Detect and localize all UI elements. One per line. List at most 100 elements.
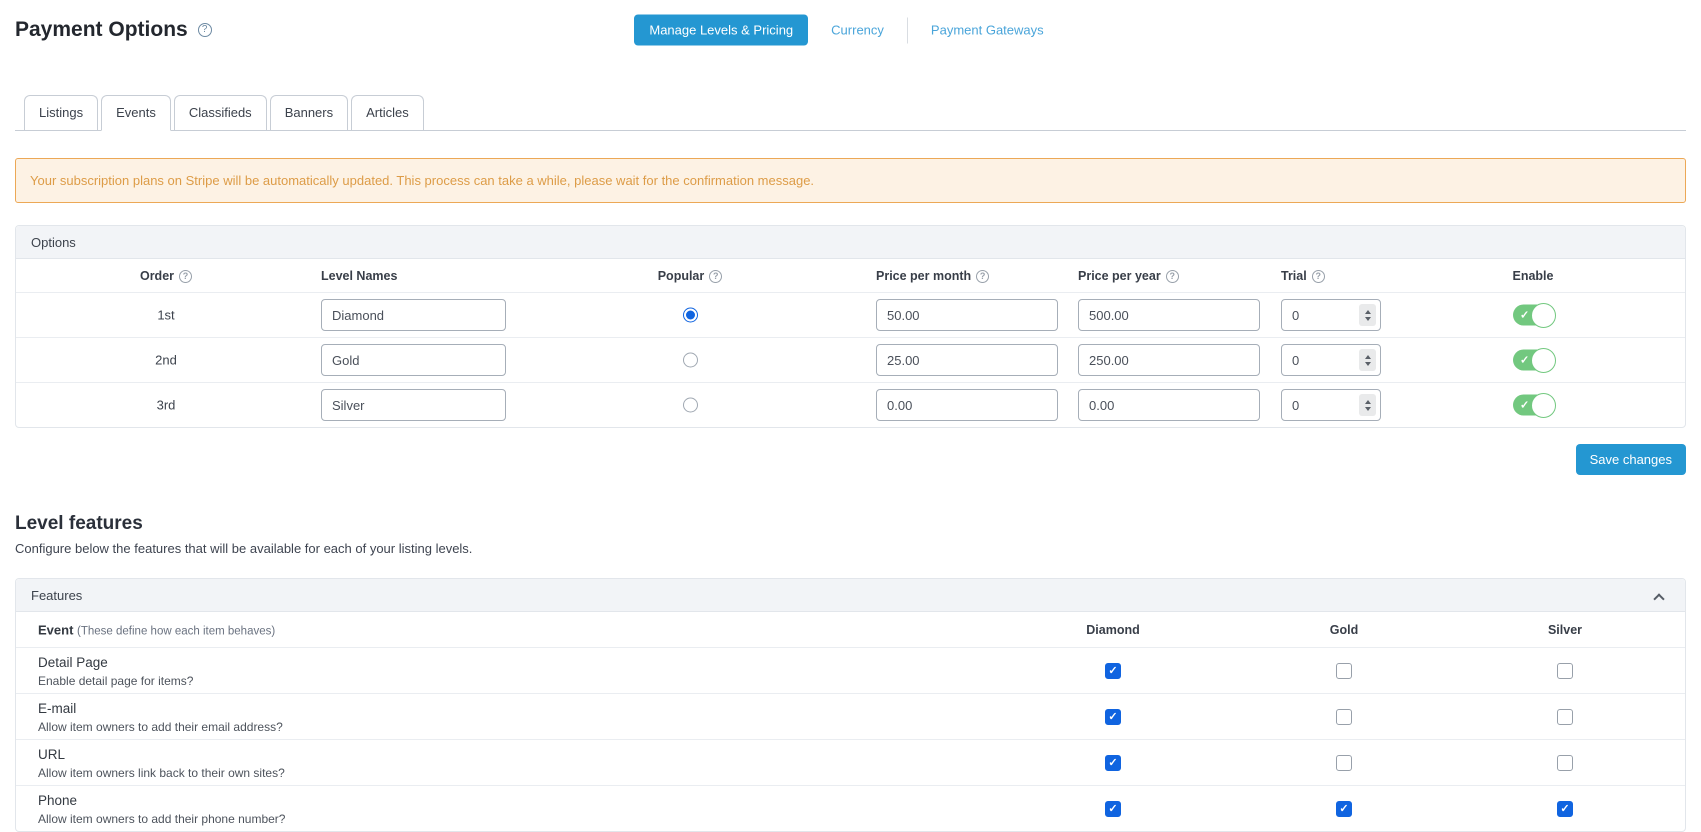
options-table-header: Order? Level Names Popular? Price per mo… [16,259,1685,292]
column-price-month: Price per month? [876,269,990,283]
toggle-knob [1531,302,1556,328]
level-features-subtitle: Configure below the features that will b… [15,541,473,556]
tab-classifieds[interactable]: Classifieds [173,95,267,130]
level-name-input[interactable] [321,389,506,421]
enable-toggle[interactable]: ✓ [1513,392,1556,418]
arrow-up-icon[interactable] [1364,309,1371,314]
gold-checkbox[interactable] [1336,662,1352,679]
arrow-up-icon[interactable] [1364,354,1371,359]
tab-listings[interactable]: Listings [24,95,99,130]
arrow-down-icon[interactable] [1364,406,1371,411]
column-trial: Trial? [1281,269,1325,283]
event-column-header: Event (These define how each item behave… [38,622,276,637]
popular-radio[interactable] [683,352,698,368]
feature-description: Allow item owners link back to their own… [38,766,285,780]
features-panel: Features Event (These define how each it… [15,578,1686,832]
help-icon[interactable]: ? [709,269,723,283]
features-panel-title: Features [31,587,83,603]
column-price-year: Price per year? [1078,269,1179,283]
diamond-checkbox[interactable] [1105,800,1121,817]
features-table-header: Event (These define how each item behave… [16,612,1685,647]
level-features-heading: Level features Configure below the featu… [15,513,1686,556]
feature-description: Enable detail page for items? [38,674,194,688]
tab-articles[interactable]: Articles [351,95,424,130]
tab-bar: Listings Events Classifieds Banners Arti… [15,95,1686,131]
column-silver: Silver [1547,622,1583,637]
price-year-input[interactable] [1078,344,1260,376]
arrow-up-icon[interactable] [1364,399,1371,404]
silver-checkbox[interactable] [1557,754,1573,771]
silver-checkbox[interactable] [1557,708,1573,725]
diamond-checkbox[interactable] [1105,754,1121,771]
payment-gateways-link[interactable]: Payment Gateways [908,23,1067,38]
help-icon[interactable]: ? [1311,269,1325,283]
level-row-3: 3rd ✓ [16,382,1685,427]
page-header: Payment Options ? Manage Levels & Pricin… [0,0,1701,60]
popular-radio[interactable] [683,307,698,323]
column-level-names: Level Names [321,268,398,283]
gold-checkbox[interactable] [1336,708,1352,725]
toggle-knob [1531,392,1556,418]
price-month-input[interactable] [876,344,1058,376]
chevron-up-icon[interactable] [1653,593,1665,605]
level-name-input[interactable] [321,344,506,376]
diamond-checkbox[interactable] [1105,662,1121,679]
price-year-input[interactable] [1078,389,1260,421]
arrow-down-icon[interactable] [1364,316,1371,321]
feature-description: Allow item owners to add their email add… [38,720,283,734]
options-panel: Options Order? Level Names Popular? Pric… [15,225,1686,428]
feature-row-detail-page: Detail Page Enable detail page for items… [16,647,1685,693]
silver-checkbox[interactable] [1557,662,1573,679]
top-nav: Manage Levels & Pricing Currency Payment… [0,14,1701,46]
trial-stepper [1281,299,1381,331]
price-month-input[interactable] [876,299,1058,331]
enable-toggle[interactable]: ✓ [1513,302,1556,328]
diamond-checkbox[interactable] [1105,708,1121,725]
price-year-input[interactable] [1078,299,1260,331]
column-popular: Popular? [630,269,750,283]
event-column-note: (These define how each item behaves) [77,625,276,637]
level-row-2: 2nd ✓ [16,337,1685,382]
features-panel-header: Features [16,579,1685,612]
order-label: 1st [157,307,175,323]
stepper-arrows[interactable] [1359,304,1376,326]
help-icon[interactable]: ? [1165,269,1179,283]
order-label: 2nd [155,352,177,368]
gold-checkbox[interactable] [1336,754,1352,771]
help-icon[interactable]: ? [179,269,193,283]
order-label: 3rd [156,397,176,413]
toggle-knob [1531,347,1556,373]
feature-description: Allow item owners to add their phone num… [38,812,286,826]
feature-row-url: URL Allow item owners link back to their… [16,739,1685,785]
trial-stepper [1281,344,1381,376]
help-icon[interactable]: ? [976,269,990,283]
options-panel-header: Options [16,226,1685,259]
enable-toggle[interactable]: ✓ [1513,347,1556,373]
currency-link[interactable]: Currency [808,23,907,38]
level-features-title: Level features [15,513,143,534]
feature-row-phone: Phone Allow item owners to add their pho… [16,785,1685,831]
check-icon: ✓ [1520,354,1530,367]
feature-name: URL [38,747,66,762]
price-month-input[interactable] [876,389,1058,421]
feature-name: E-mail [38,701,77,716]
popular-radio[interactable] [683,397,698,413]
save-changes-button[interactable]: Save changes [1575,444,1686,475]
level-name-input[interactable] [321,299,506,331]
tab-events[interactable]: Events [101,95,171,131]
check-icon: ✓ [1520,309,1530,322]
stepper-arrows[interactable] [1359,394,1376,416]
options-panel-title: Options [31,234,76,250]
level-row-1: 1st ✓ [16,292,1685,337]
feature-name: Phone [38,793,78,808]
save-row: Save changes [15,444,1686,475]
gold-checkbox[interactable] [1336,800,1352,817]
arrow-down-icon[interactable] [1364,361,1371,366]
manage-levels-pricing-button[interactable]: Manage Levels & Pricing [634,14,809,46]
tab-banners[interactable]: Banners [269,95,349,130]
stripe-warning-banner: Your subscription plans on Stripe will b… [15,158,1686,203]
trial-stepper [1281,389,1381,421]
silver-checkbox[interactable] [1557,800,1573,817]
feature-row-email: E-mail Allow item owners to add their em… [16,693,1685,739]
stepper-arrows[interactable] [1359,349,1376,371]
